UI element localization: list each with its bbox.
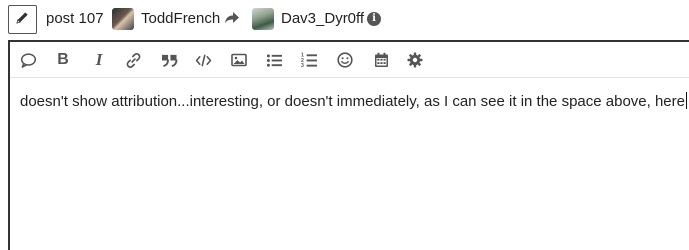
edit-button[interactable] (8, 5, 37, 34)
quote-bubble-icon[interactable] (18, 50, 38, 70)
info-icon[interactable]: i (367, 12, 381, 26)
code-icon[interactable] (193, 50, 213, 70)
reply-from-username[interactable]: ToddFrench (141, 10, 220, 27)
svg-text:3: 3 (301, 63, 304, 68)
link-icon[interactable] (123, 50, 143, 70)
reply-header: post 107 ToddFrench Dav3_Dyr0ff i (0, 0, 689, 38)
editor-content: doesn't show attribution...interesting, … (20, 93, 685, 110)
editor-textarea[interactable]: doesn't show attribution...interesting, … (20, 92, 687, 111)
bold-button[interactable]: B (53, 50, 73, 70)
pencil-icon (15, 10, 30, 30)
reply-arrow-icon (224, 11, 240, 30)
blockquote-icon[interactable] (159, 50, 179, 70)
text-caret (686, 92, 687, 109)
gear-icon[interactable] (405, 50, 425, 70)
avatar[interactable] (112, 8, 134, 30)
reply-to-username[interactable]: Dav3_Dyr0ff (281, 10, 364, 27)
calendar-icon[interactable] (371, 50, 391, 70)
editor-toolbar: B I 1 2 3 (10, 42, 689, 78)
composer-editor: B I 1 2 3 doesn't show attribution...int… (8, 40, 689, 250)
emoji-icon[interactable] (335, 50, 355, 70)
numbered-list-icon[interactable]: 1 2 3 (299, 50, 319, 70)
avatar[interactable] (252, 8, 274, 30)
italic-button[interactable]: I (89, 50, 109, 70)
image-icon[interactable] (229, 50, 249, 70)
bullet-list-icon[interactable] (264, 50, 284, 70)
post-number-label[interactable]: post 107 (46, 10, 104, 27)
